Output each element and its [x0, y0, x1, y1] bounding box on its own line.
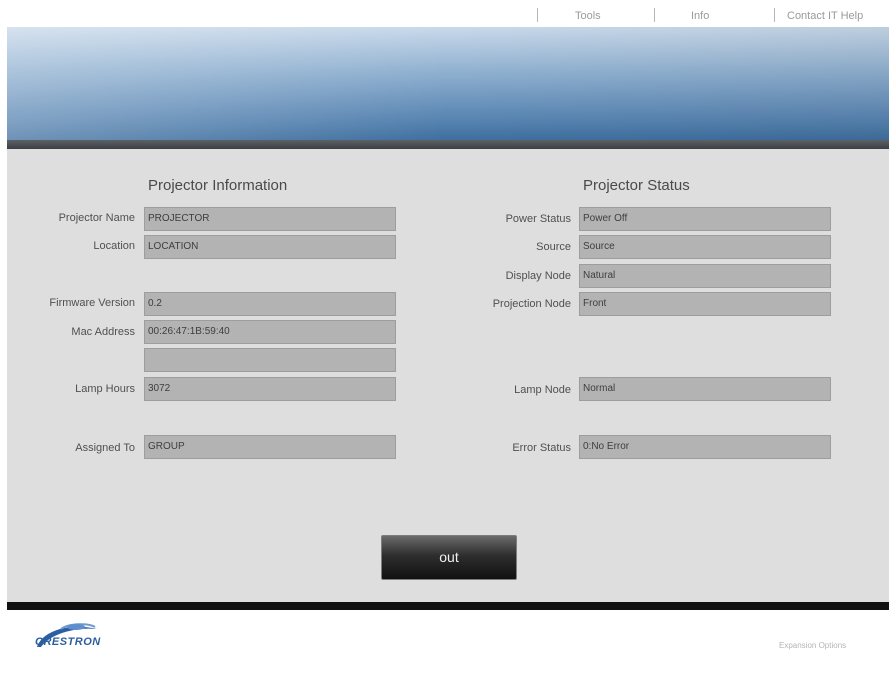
mac-address-field: 00:26:47:1B:59:40: [144, 320, 396, 344]
top-navigation: Tools Info Contact IT Help: [0, 0, 889, 27]
nav-separator: [654, 8, 655, 22]
location-field: LOCATION: [144, 235, 396, 259]
assigned-to-field: GROUP: [144, 435, 396, 459]
lamp-node-label: Lamp Node: [514, 384, 571, 396]
error-status-label: Error Status: [512, 442, 571, 454]
projector-status-title: Projector Status: [583, 177, 690, 194]
nav-separator: [537, 8, 538, 22]
blank-field: [144, 348, 396, 372]
footer: [0, 610, 889, 673]
firmware-version-field: 0.2: [144, 292, 396, 316]
projection-node-field: Front: [579, 292, 831, 316]
source-field: Source: [579, 235, 831, 259]
logo-text: CRESTRON: [35, 636, 101, 648]
expansion-options-link[interactable]: Expansion Options: [779, 641, 846, 650]
nav-link-tools[interactable]: Tools: [575, 10, 601, 22]
projection-node-label: Projection Node: [492, 298, 571, 310]
display-node-label: Display Node: [505, 270, 571, 282]
nav-separator: [774, 8, 775, 22]
power-status-label: Power Status: [505, 213, 571, 225]
projector-name-field: PROJECTOR: [144, 207, 396, 231]
mac-address-label: Mac Address: [71, 326, 135, 338]
projector-information-title: Projector Information: [148, 177, 288, 194]
exit-button[interactable]: out: [381, 535, 517, 580]
footer-divider: [7, 602, 889, 610]
lamp-hours-field: 3072: [144, 377, 396, 401]
header-banner: [7, 27, 889, 140]
lamp-hours-label: Lamp Hours: [75, 383, 135, 395]
projector-name-label: Projector Name: [58, 212, 135, 224]
banner-divider: [7, 140, 889, 149]
assigned-to-label: Assigned To: [75, 442, 135, 454]
power-status-field: Power Off: [579, 207, 831, 231]
firmware-version-label: Firmware Version: [49, 297, 135, 309]
nav-link-contact-it-help[interactable]: Contact IT Help: [787, 10, 863, 22]
nav-link-info[interactable]: Info: [691, 10, 709, 22]
error-status-field: 0:No Error: [579, 435, 831, 459]
source-label: Source: [536, 241, 571, 253]
display-node-field: Natural: [579, 264, 831, 288]
location-label: Location: [93, 240, 135, 252]
lamp-node-field: Normal: [579, 377, 831, 401]
